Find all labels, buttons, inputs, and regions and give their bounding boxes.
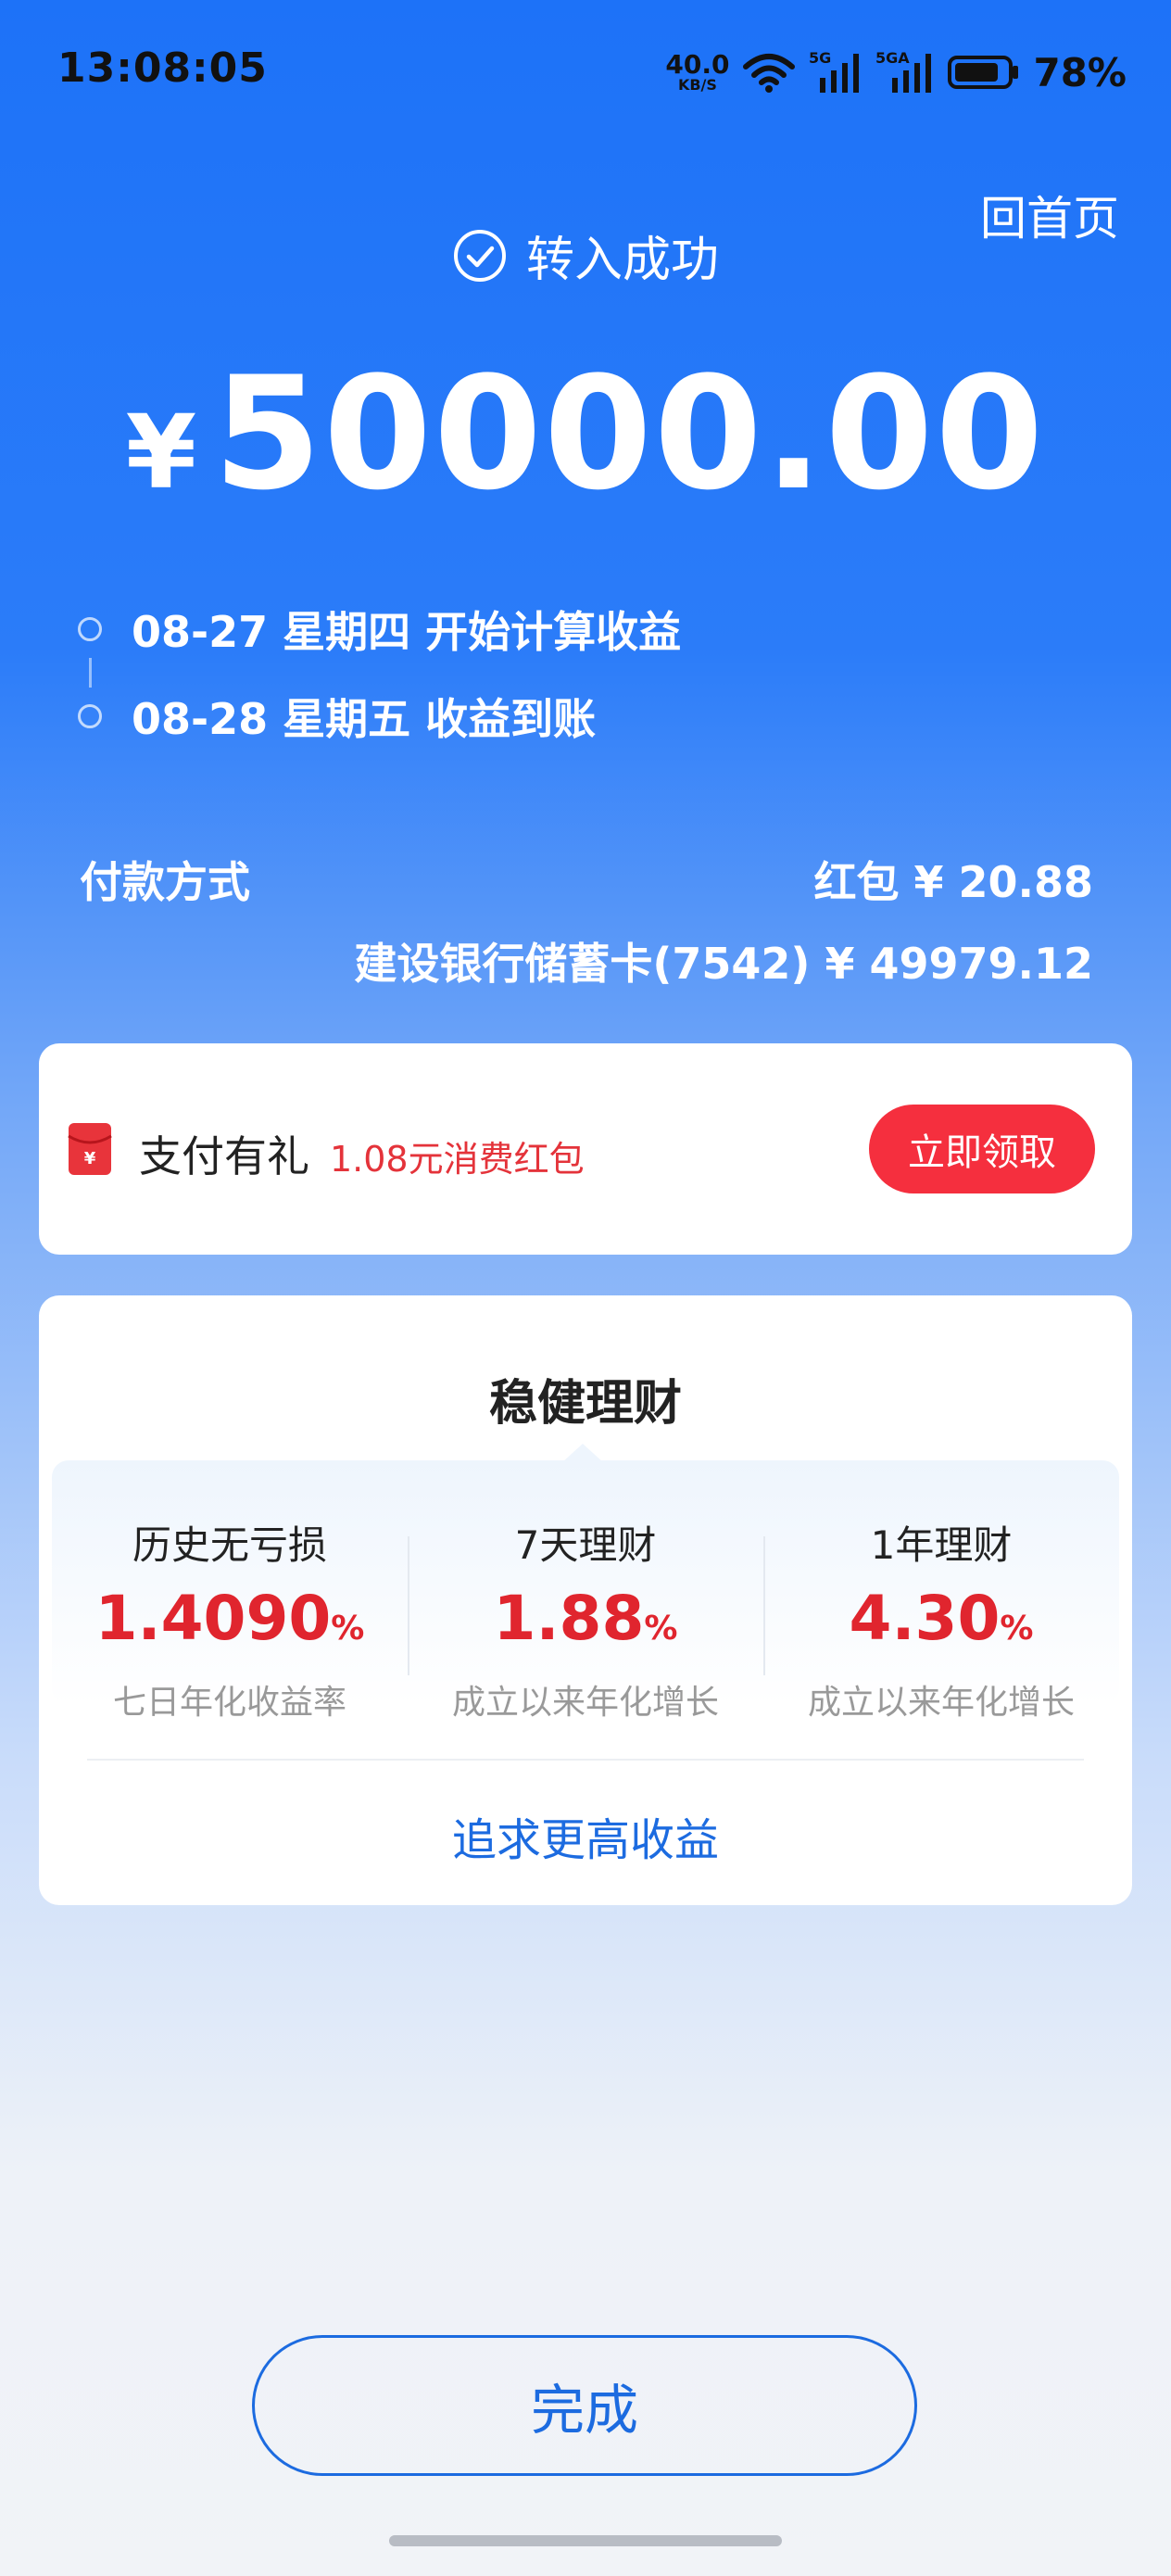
red-packet-icon: ¥	[68, 1123, 112, 1175]
stable-finance-card: 稳健理财 历史无亏损 1.4090% 七日年化收益率 7天理财 1.88% 成立…	[39, 1295, 1132, 1905]
network-speed-value: 40.0	[665, 49, 730, 80]
product-item[interactable]: 1年理财 4.30% 成立以来年化增长	[763, 1460, 1119, 1722]
wifi-icon	[743, 54, 796, 93]
success-status: 转入成功	[0, 221, 1171, 290]
timeline-item: 08-27 星期四 开始计算收益	[78, 600, 681, 658]
done-button[interactable]: 完成	[252, 2335, 917, 2476]
product-name: 7天理财	[514, 1522, 657, 1568]
product-rate: 1.88%	[408, 1583, 763, 1654]
check-circle-icon	[453, 229, 506, 282]
signal-5g-icon: 5G	[809, 50, 860, 93]
timeline-connector	[89, 658, 92, 688]
signal-5ga-label: 5GA	[875, 50, 910, 67]
product-rate: 4.30%	[763, 1583, 1119, 1654]
product-rate-desc: 七日年化收益率	[112, 1684, 346, 1722]
divider	[87, 1759, 1084, 1761]
finance-title: 稳健理财	[488, 1376, 682, 1432]
finance-products: 历史无亏损 1.4090% 七日年化收益率 7天理财 1.88% 成立以来年化增…	[52, 1460, 1119, 1722]
svg-text:¥: ¥	[84, 1149, 96, 1168]
product-item[interactable]: 历史无亏损 1.4090% 七日年化收益率	[52, 1460, 408, 1722]
timeline-dot	[78, 617, 102, 641]
product-rate-unit: %	[644, 1610, 678, 1648]
product-rate-desc: 成立以来年化增长	[807, 1684, 1075, 1722]
network-speed: 40.0 KB/S	[665, 52, 729, 93]
payment-bank-card: 建设银行储蓄卡(7542) ¥ 49979.12	[354, 939, 1093, 989]
gift-title: 支付有礼	[139, 1131, 309, 1181]
payment-method-label: 付款方式	[80, 857, 250, 907]
signal-5ga-icon: 5GA	[875, 50, 932, 93]
payment-redpacket: 红包 ¥ 20.88	[813, 857, 1093, 907]
status-icons: 40.0 KB/S 5G 5GA 78%	[665, 44, 1127, 100]
home-indicator[interactable]	[389, 2535, 782, 2546]
finance-pointer	[562, 1444, 603, 1462]
claim-button[interactable]: 立即领取	[869, 1105, 1095, 1193]
product-item[interactable]: 7天理财 1.88% 成立以来年化增长	[408, 1460, 763, 1722]
timeline-item: 08-28 星期五 收益到账	[78, 688, 681, 745]
product-rate-value: 4.30	[849, 1583, 1001, 1654]
timeline-text: 08-28 星期五 收益到账	[132, 694, 597, 744]
product-rate-value: 1.88	[493, 1583, 645, 1654]
network-speed-unit: KB/S	[677, 76, 717, 94]
higher-returns-link[interactable]: 追求更高收益	[39, 1803, 1132, 1868]
product-rate-unit: %	[1000, 1610, 1034, 1648]
product-rate: 1.4090%	[52, 1583, 408, 1654]
payment-gift-card: ¥ 支付有礼 1.08元消费红包 立即领取	[39, 1043, 1132, 1255]
product-rate-value: 1.4090	[94, 1583, 332, 1654]
amount: ¥ 50000.00	[0, 343, 1171, 524]
status-time: 13:08:05	[57, 44, 268, 92]
product-rate-unit: %	[331, 1610, 365, 1648]
success-text: 转入成功	[525, 233, 719, 288]
product-name: 历史无亏损	[132, 1522, 327, 1568]
signal-5g-label: 5G	[809, 50, 831, 67]
gift-promo-text: 1.08元消费红包	[330, 1139, 585, 1180]
battery-percent: 78%	[1033, 49, 1127, 95]
product-rate-desc: 成立以来年化增长	[451, 1684, 719, 1722]
currency-symbol: ¥	[125, 393, 197, 511]
timeline-text: 08-27 星期四 开始计算收益	[132, 607, 682, 657]
earnings-timeline: 08-27 星期四 开始计算收益 08-28 星期五 收益到账	[78, 600, 681, 745]
timeline-dot	[78, 704, 102, 728]
amount-value: 50000.00	[213, 343, 1046, 524]
product-name: 1年理财	[870, 1522, 1013, 1568]
battery-icon	[948, 56, 1019, 89]
